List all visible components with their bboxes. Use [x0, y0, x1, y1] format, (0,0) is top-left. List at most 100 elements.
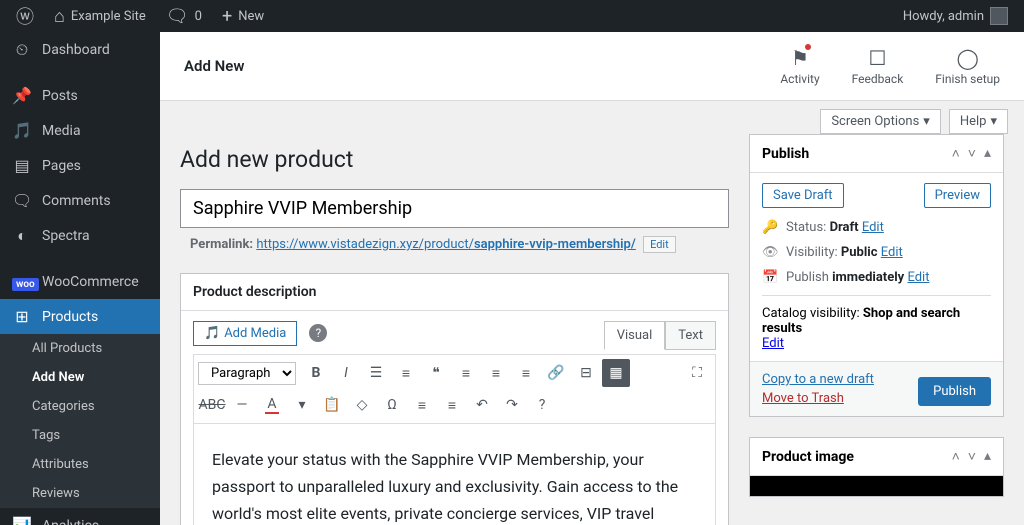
- screen-options-button[interactable]: Screen Options ▾: [820, 109, 941, 134]
- sidebar-item-label: Dashboard: [42, 42, 110, 58]
- media-icon: 🎵: [204, 326, 220, 341]
- permalink-link[interactable]: https://www.vistadezign.xyz/product/sapp…: [256, 237, 636, 252]
- analytics-icon: 📊: [12, 516, 32, 525]
- sidebar-item-products[interactable]: ⊞ Products: [0, 299, 160, 334]
- sidebar-item-media[interactable]: 🎵Media: [0, 113, 160, 148]
- bullet-list-button[interactable]: ☰: [362, 359, 390, 387]
- submenu-reviews[interactable]: Reviews: [0, 479, 160, 508]
- blockquote-button[interactable]: ❝: [422, 359, 450, 387]
- activity-button[interactable]: ⚑ Activity: [780, 46, 819, 86]
- align-center-button[interactable]: ≡: [482, 359, 510, 387]
- move-trash-link[interactable]: Move to Trash: [762, 391, 874, 406]
- activity-label: Activity: [780, 72, 819, 86]
- products-submenu: All Products Add New Categories Tags Att…: [0, 334, 160, 508]
- permalink-edit-button[interactable]: Edit: [643, 236, 676, 253]
- align-right-button[interactable]: ≡: [512, 359, 540, 387]
- preview-button[interactable]: Preview: [924, 183, 991, 208]
- readmore-button[interactable]: ⊟: [572, 359, 600, 387]
- wp-logo[interactable]: ⓦ: [8, 0, 42, 32]
- key-icon: 🔑: [762, 220, 778, 235]
- collapse-icon[interactable]: ▴: [984, 448, 991, 465]
- account-link[interactable]: Howdy, admin: [895, 0, 1016, 32]
- outdent-button[interactable]: ≡: [408, 391, 436, 419]
- feedback-button[interactable]: ☐ Feedback: [852, 46, 904, 86]
- tab-visual[interactable]: Visual: [604, 321, 666, 350]
- woo-icon: woo: [12, 272, 32, 291]
- comment-icon: 🗨: [12, 191, 32, 210]
- help-icon[interactable]: ?: [309, 324, 327, 342]
- add-media-label: Add Media: [224, 326, 286, 341]
- permalink-label: Permalink:: [190, 237, 253, 252]
- undo-button[interactable]: ↶: [468, 391, 496, 419]
- add-media-button[interactable]: 🎵 Add Media: [193, 321, 297, 346]
- redo-button[interactable]: ↷: [498, 391, 526, 419]
- publish-button[interactable]: Publish: [918, 377, 991, 406]
- strikethrough-button[interactable]: ABC: [198, 391, 226, 419]
- save-draft-button[interactable]: Save Draft: [762, 183, 844, 208]
- italic-button[interactable]: I: [332, 359, 360, 387]
- comments-link[interactable]: 🗨0: [158, 0, 210, 32]
- edit-catalog-link[interactable]: Edit: [762, 336, 784, 351]
- chevron-down-icon[interactable]: ˅: [968, 145, 976, 162]
- sidebar-item-analytics[interactable]: 📊 Analytics: [0, 508, 160, 525]
- submenu-all-products[interactable]: All Products: [0, 334, 160, 363]
- help-button[interactable]: Help ▾: [949, 109, 1008, 134]
- sidebar-item-spectra[interactable]: ◐Spectra: [0, 218, 160, 254]
- indent-button[interactable]: ≡: [438, 391, 466, 419]
- edit-status-link[interactable]: Edit: [862, 220, 884, 235]
- submenu-categories[interactable]: Categories: [0, 392, 160, 421]
- fullscreen-button[interactable]: ⛶: [683, 359, 711, 387]
- avatar: [990, 7, 1008, 25]
- format-select[interactable]: Paragraph: [198, 362, 296, 385]
- paste-button[interactable]: 📋: [318, 391, 346, 419]
- chevron-down-icon[interactable]: ˅: [968, 448, 976, 465]
- publish-box-title: Publish: [762, 146, 809, 162]
- products-icon: ⊞: [12, 307, 32, 326]
- sidebar-item-posts[interactable]: 📌Posts: [0, 78, 160, 113]
- link-button[interactable]: 🔗: [542, 359, 570, 387]
- new-content-link[interactable]: +New: [214, 0, 272, 32]
- howdy-label: Howdy, admin: [903, 9, 984, 24]
- screen-options-label: Screen Options: [831, 114, 919, 129]
- site-link[interactable]: ⌂Example Site: [46, 0, 154, 32]
- site-name-label: Example Site: [71, 9, 146, 24]
- sidebar-item-comments[interactable]: 🗨Comments: [0, 183, 160, 218]
- sidebar-item-woocommerce[interactable]: woo WooCommerce: [0, 264, 160, 299]
- pages-icon: ▤: [12, 156, 32, 175]
- chevron-down-icon: ▾: [990, 114, 997, 129]
- feedback-icon: ☐: [868, 46, 886, 70]
- editor-content[interactable]: Elevate your status with the Sapphire VV…: [193, 423, 716, 525]
- sidebar-item-label: Products: [42, 309, 98, 325]
- copy-draft-link[interactable]: Copy to a new draft: [762, 372, 874, 387]
- tab-text[interactable]: Text: [665, 321, 716, 350]
- collapse-icon[interactable]: ▴: [984, 145, 991, 162]
- product-image-box-title: Product image: [762, 449, 854, 465]
- chevron-up-icon[interactable]: ˄: [952, 448, 960, 465]
- textcolor-button[interactable]: A: [258, 391, 286, 419]
- finish-setup-button[interactable]: ◯ Finish setup: [935, 46, 1000, 86]
- sidebar-item-label: Analytics: [42, 518, 99, 525]
- textcolor-dropdown[interactable]: ▾: [288, 391, 316, 419]
- sidebar-item-dashboard[interactable]: ⏲Dashboard: [0, 32, 160, 68]
- special-char-button[interactable]: Ω: [378, 391, 406, 419]
- page-header-title: Add New: [184, 57, 244, 75]
- keyboard-help-button[interactable]: ?: [528, 391, 556, 419]
- toolbar-toggle-button[interactable]: ▦: [602, 359, 630, 387]
- submenu-attributes[interactable]: Attributes: [0, 450, 160, 479]
- submenu-add-new[interactable]: Add New: [0, 363, 160, 392]
- feedback-label: Feedback: [852, 72, 904, 86]
- align-left-button[interactable]: ≡: [452, 359, 480, 387]
- submenu-tags[interactable]: Tags: [0, 421, 160, 450]
- admin-sidebar: ⏲Dashboard 📌Posts 🎵Media ▤Pages 🗨Comment…: [0, 32, 160, 525]
- edit-visibility-link[interactable]: Edit: [881, 245, 903, 260]
- bold-button[interactable]: B: [302, 359, 330, 387]
- chevron-up-icon[interactable]: ˄: [952, 145, 960, 162]
- sidebar-item-label: WooCommerce: [42, 274, 139, 290]
- sidebar-item-pages[interactable]: ▤Pages: [0, 148, 160, 183]
- calendar-icon: 📅: [762, 270, 778, 285]
- edit-publish-link[interactable]: Edit: [907, 270, 929, 285]
- hr-button[interactable]: —: [228, 391, 256, 419]
- product-name-input[interactable]: [180, 189, 729, 228]
- numbered-list-button[interactable]: ≡: [392, 359, 420, 387]
- clear-format-button[interactable]: ◇: [348, 391, 376, 419]
